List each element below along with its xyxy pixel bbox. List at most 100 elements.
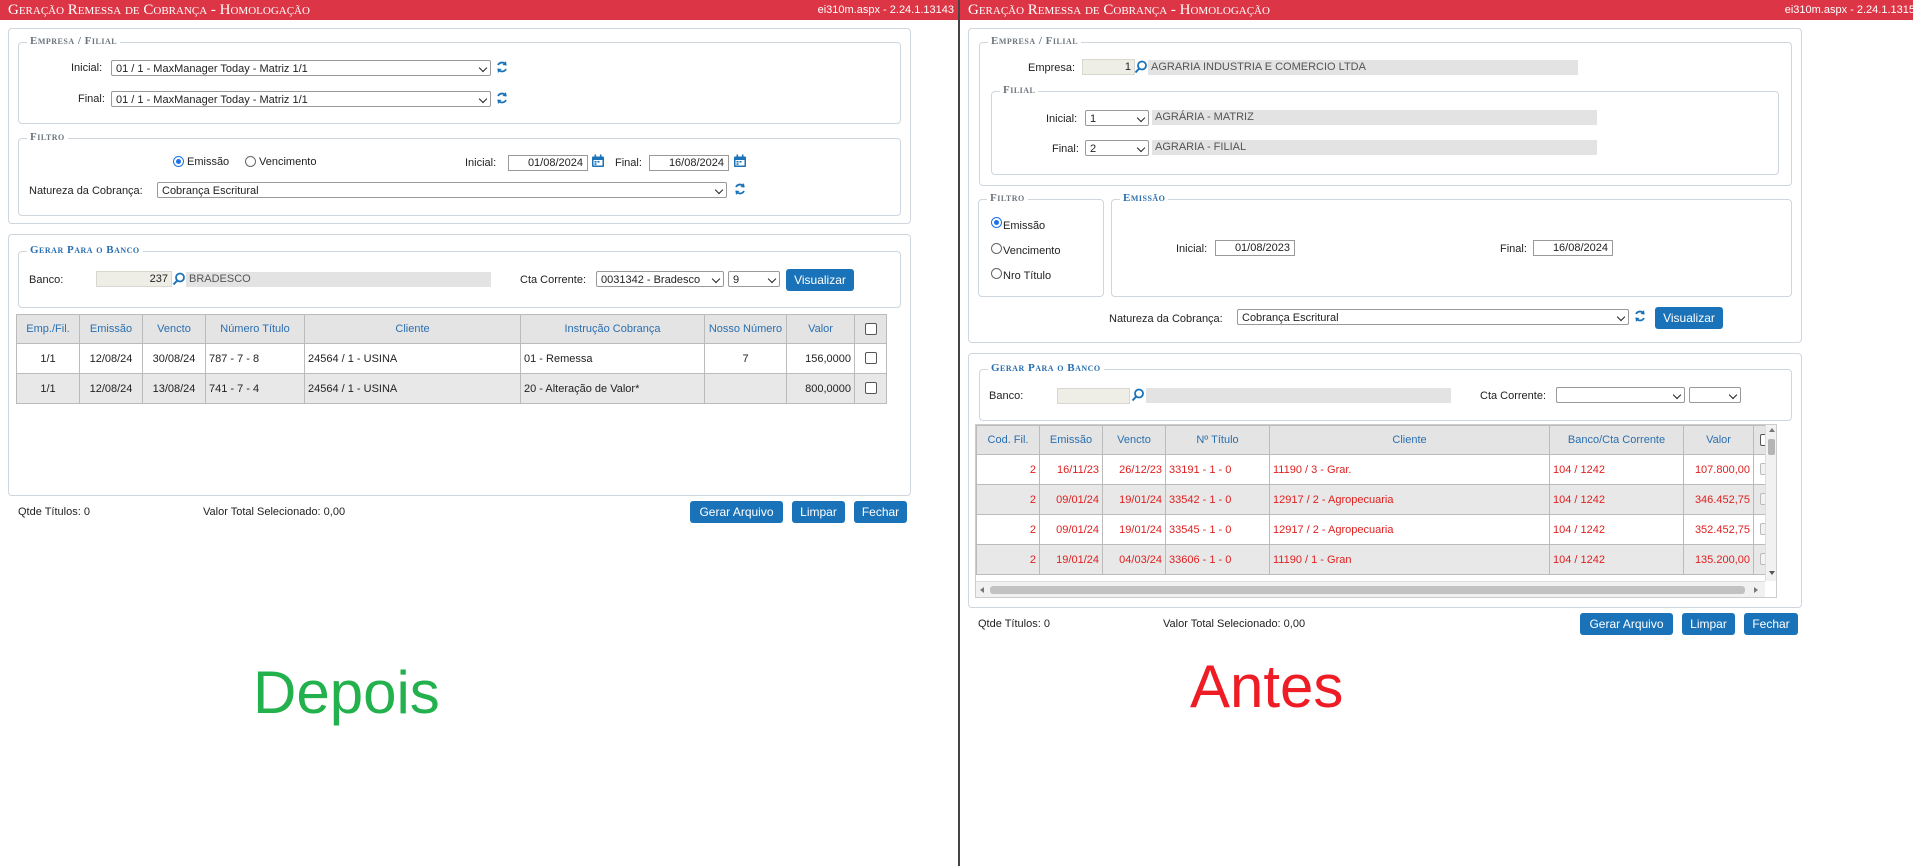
right-empresa-code-input[interactable]: 1 — [1082, 59, 1135, 75]
cell-valor: 156,0000 — [786, 343, 855, 374]
table-row[interactable]: 1/1 12/08/24 13/08/24 741 - 7 - 4 24564 … — [16, 373, 887, 404]
left-date-final-input[interactable]: 16/08/2024 — [649, 155, 729, 171]
table-row[interactable]: 2 09/01/24 19/01/24 33542 - 1 - 0 12917 … — [976, 484, 1776, 515]
calendar-icon[interactable] — [733, 154, 747, 168]
col-cliente[interactable]: Cliente — [1269, 425, 1550, 455]
search-icon[interactable] — [1131, 388, 1145, 402]
search-icon[interactable] — [172, 272, 186, 286]
select-all-checkbox[interactable] — [864, 322, 877, 335]
search-icon[interactable] — [1134, 60, 1148, 74]
left-cta-digit-select[interactable]: 9 — [728, 271, 780, 287]
left-inicial-label: Inicial: — [71, 62, 103, 74]
cell-select[interactable] — [854, 343, 887, 374]
right-version-label: ei310m.aspx - 2.24.1.1315 — [1784, 4, 1913, 16]
left-qtde-titulos: Qtde Títulos: 0 — [18, 506, 90, 518]
col-emp-fil[interactable]: Emp./Fil. — [16, 314, 80, 344]
col-numero-titulo[interactable]: Número Título — [205, 314, 305, 344]
col-instrucao[interactable]: Instrução Cobrança — [520, 314, 705, 344]
left-vencimento-label: Vencimento — [259, 156, 317, 168]
col-vencto[interactable]: Vencto — [1102, 425, 1166, 455]
col-cod-fil[interactable]: Cod. Fil. — [976, 425, 1040, 455]
cell-valor: 800,0000 — [786, 373, 855, 404]
cell-banco: 104 / 1242 — [1549, 514, 1684, 545]
right-date-inicial-input[interactable]: 01/08/2023 — [1215, 240, 1295, 256]
col-numero-titulo[interactable]: Nº Título — [1165, 425, 1270, 455]
left-filtro-legend: Filtro — [27, 131, 68, 143]
right-date-final-input[interactable]: 16/08/2024 — [1533, 240, 1613, 256]
right-limpar-button[interactable]: Limpar — [1682, 613, 1735, 635]
right-cta-select[interactable] — [1556, 387, 1685, 403]
left-final-select[interactable]: 01 / 1 - MaxManager Today - Matriz 1/1 — [111, 91, 491, 107]
col-select-all[interactable] — [854, 314, 887, 344]
table-row[interactable]: 1/1 12/08/24 30/08/24 787 - 7 - 8 24564 … — [16, 343, 887, 374]
col-nosso-numero[interactable]: Nosso Número — [704, 314, 787, 344]
left-limpar-button[interactable]: Limpar — [792, 501, 845, 523]
col-emissao[interactable]: Emissão — [79, 314, 143, 344]
right-final-select[interactable]: 2 — [1085, 140, 1149, 156]
left-fechar-button[interactable]: Fechar — [854, 501, 907, 523]
left-emissao-radio[interactable] — [173, 156, 184, 167]
right-fechar-button[interactable]: Fechar — [1744, 613, 1798, 635]
left-final-label: Final: — [78, 93, 105, 105]
left-gerar-arquivo-button[interactable]: Gerar Arquivo — [690, 501, 783, 523]
col-cliente[interactable]: Cliente — [304, 314, 521, 344]
calendar-icon[interactable] — [591, 154, 605, 168]
cell-emp: 1/1 — [16, 373, 80, 404]
right-qtde-titulos: Qtde Títulos: 0 — [978, 618, 1050, 630]
right-cta-digit-select[interactable] — [1689, 387, 1741, 403]
right-banco-code-input[interactable] — [1057, 388, 1130, 404]
left-banco-label: Banco: — [29, 274, 64, 286]
row-checkbox[interactable] — [864, 352, 877, 364]
table-row[interactable]: 2 09/01/24 19/01/24 33545 - 1 - 0 12917 … — [976, 514, 1776, 545]
cell-numero: 33542 - 1 - 0 — [1165, 484, 1270, 515]
left-banco-code-input[interactable]: 237 — [96, 271, 172, 287]
scroll-right-arrow-icon[interactable] — [1754, 587, 1758, 593]
left-natureza-select[interactable]: Cobrança Escritural — [157, 182, 727, 198]
cell-emp: 1/1 — [16, 343, 80, 374]
left-vencimento-radio[interactable] — [245, 156, 256, 167]
left-date-inicial-input[interactable]: 01/08/2024 — [508, 155, 588, 171]
right-inicial-select[interactable]: 1 — [1085, 110, 1149, 126]
table-row[interactable]: 2 16/11/23 26/12/23 33191 - 1 - 0 11190 … — [976, 454, 1776, 485]
right-empresa-label: Empresa: — [1028, 62, 1076, 74]
left-title-bar: Geração Remessa de Cobrança - Homologaçã… — [0, 0, 958, 20]
refresh-icon[interactable] — [1633, 309, 1647, 323]
refresh-icon[interactable] — [495, 91, 509, 105]
scroll-up-arrow-icon[interactable] — [1769, 428, 1775, 432]
scroll-left-arrow-icon[interactable] — [980, 587, 984, 593]
right-emissao-radio[interactable] — [991, 217, 1002, 228]
cell-banco: 104 / 1242 — [1549, 544, 1684, 575]
row-checkbox[interactable] — [864, 382, 877, 394]
left-inicial-select[interactable]: 01 / 1 - MaxManager Today - Matriz 1/1 — [111, 60, 491, 76]
refresh-icon[interactable] — [495, 60, 509, 74]
right-nro-titulo-radio[interactable] — [991, 268, 1002, 279]
col-banco-cta[interactable]: Banco/Cta Corrente — [1549, 425, 1684, 455]
right-cta-label: Cta Corrente: — [1480, 390, 1547, 402]
scroll-thumb[interactable] — [1768, 439, 1775, 455]
right-table-scroll-area[interactable]: Cod. Fil. Emissão Vencto Nº Título Clien… — [975, 424, 1777, 598]
right-visualizar-button[interactable]: Visualizar — [1655, 307, 1723, 329]
vertical-scrollbar[interactable] — [1765, 425, 1776, 581]
right-gerar-arquivo-button[interactable]: Gerar Arquivo — [1580, 613, 1673, 635]
col-vencto[interactable]: Vencto — [142, 314, 206, 344]
horizontal-scrollbar[interactable] — [976, 581, 1765, 597]
right-emissao-legend: Emissão — [1120, 192, 1169, 204]
right-vencimento-radio[interactable] — [991, 243, 1002, 254]
scroll-thumb-horizontal[interactable] — [990, 586, 1745, 594]
col-valor[interactable]: Valor — [786, 314, 855, 344]
col-emissao[interactable]: Emissão — [1039, 425, 1103, 455]
right-title-bar: Geração Remessa de Cobrança - Homologaçã… — [960, 0, 1913, 20]
left-visualizar-button[interactable]: Visualizar — [786, 269, 854, 291]
cell-numero: 33191 - 1 - 0 — [1165, 454, 1270, 485]
cell-valor: 352.452,75 — [1683, 514, 1754, 545]
scroll-down-arrow-icon[interactable] — [1769, 571, 1775, 575]
table-row[interactable]: 2 19/01/24 04/03/24 33606 - 1 - 0 11190 … — [976, 544, 1776, 575]
left-cta-select[interactable]: 0031342 - Bradesco — [596, 271, 724, 287]
col-valor[interactable]: Valor — [1683, 425, 1754, 455]
cell-select[interactable] — [854, 373, 887, 404]
left-titles-table: Emp./Fil. Emissão Vencto Número Título C… — [16, 314, 887, 404]
right-natureza-select[interactable]: Cobrança Escritural — [1237, 309, 1629, 325]
right-natureza-label: Natureza da Cobrança: — [1109, 313, 1223, 325]
refresh-icon[interactable] — [733, 182, 747, 196]
cell-numero: 741 - 7 - 4 — [205, 373, 305, 404]
